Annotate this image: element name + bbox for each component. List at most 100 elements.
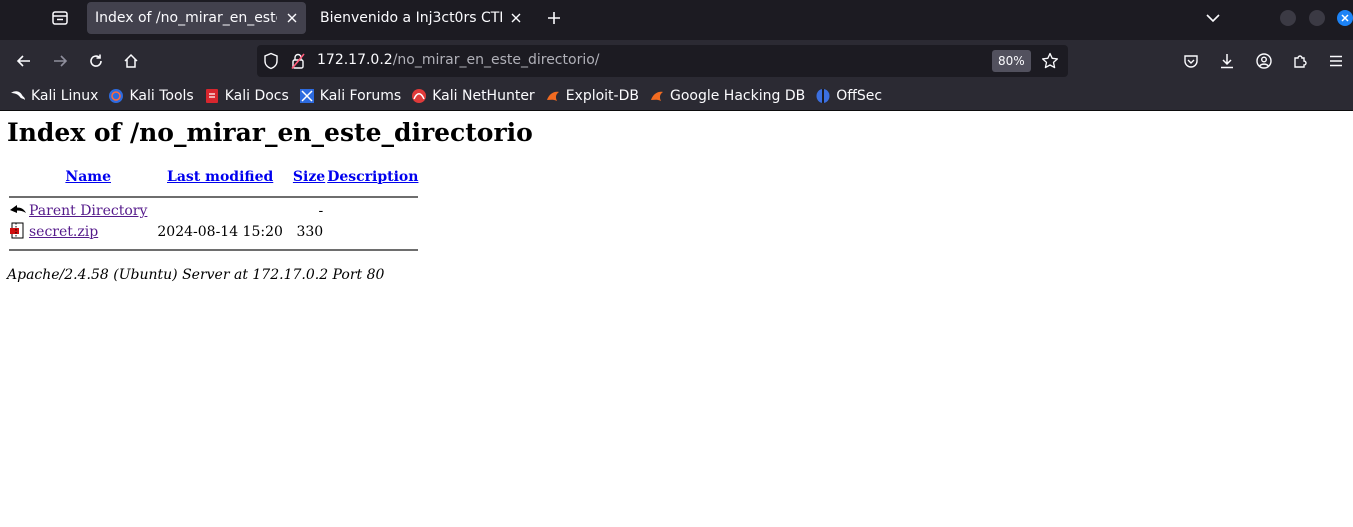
bookmark-kali-tools[interactable]: Kali Tools xyxy=(108,88,194,104)
account-icon xyxy=(1256,53,1272,69)
account-button[interactable] xyxy=(1253,50,1275,72)
description-column-header: Description xyxy=(327,169,418,193)
kali-dragon-icon xyxy=(10,88,26,104)
tab-title: Bienvenido a Inj3ct0rs CTF xyxy=(320,10,502,26)
bookmark-label: Kali NetHunter xyxy=(432,88,535,104)
site-security-button[interactable] xyxy=(290,52,306,74)
file-name-cell: Parent Directory xyxy=(29,201,147,221)
reload-button[interactable] xyxy=(85,50,107,72)
separator-line xyxy=(9,196,419,198)
firefox-view-icon xyxy=(52,11,68,25)
size-cell: - xyxy=(318,203,324,219)
secret-zip-link[interactable]: secret.zip xyxy=(29,224,98,240)
arrow-right-icon xyxy=(54,55,68,67)
last-modified-cell xyxy=(149,201,291,221)
shield-icon xyxy=(264,52,278,70)
last-modified-cell: 2024-08-14 15:20 xyxy=(157,224,283,240)
tracking-protection-button[interactable] xyxy=(263,52,279,74)
arrow-left-icon xyxy=(16,55,30,67)
extensions-button[interactable] xyxy=(1289,50,1311,72)
bookmark-kali-linux[interactable]: Kali Linux xyxy=(10,88,98,104)
tab-title: Index of /no_mirar_en_este_d xyxy=(95,10,277,26)
tab-index-directory[interactable]: Index of /no_mirar_en_este_d xyxy=(87,2,306,34)
bookmark-exploit-db[interactable]: Exploit-DB xyxy=(545,88,639,104)
new-tab-button[interactable] xyxy=(544,8,564,28)
app-menu-button[interactable] xyxy=(1325,50,1347,72)
close-window-button[interactable] xyxy=(1337,10,1353,26)
ghdb-icon xyxy=(649,88,665,104)
server-signature: Apache/2.4.58 (Ubuntu) Server at 172.17.… xyxy=(7,267,385,283)
bookmark-google-hacking-db[interactable]: Google Hacking DB xyxy=(649,88,805,104)
url-bar[interactable]: 172.17.0.2/no_mirar_en_este_directorio/ … xyxy=(257,45,1068,77)
hamburger-menu-icon xyxy=(1330,55,1342,67)
zoom-level-button[interactable]: 80% xyxy=(992,50,1031,72)
bookmark-label: Exploit-DB xyxy=(565,88,639,104)
last-modified-column-header: Last modified xyxy=(149,169,291,193)
tab-strip: Index of /no_mirar_en_este_d Bienvenido … xyxy=(0,0,1353,40)
bookmark-kali-docs[interactable]: Kali Docs xyxy=(204,88,289,104)
description-cell xyxy=(327,201,418,221)
bookmark-label: Kali Linux xyxy=(31,88,99,104)
back-button[interactable] xyxy=(13,50,35,72)
reload-icon xyxy=(90,54,102,67)
sort-by-description-link[interactable]: Description xyxy=(327,169,418,185)
table-header-row: Name Last modified Size Description xyxy=(9,169,418,193)
kali-docs-icon xyxy=(204,88,220,104)
minimize-window-button[interactable] xyxy=(1280,10,1296,26)
page-content: Index of /no_mirar_en_este_directorio Na… xyxy=(0,112,1353,527)
icon-column-header xyxy=(9,169,27,193)
home-button[interactable] xyxy=(120,50,142,72)
page-title: Index of /no_mirar_en_este_directorio xyxy=(7,118,533,147)
url-text[interactable]: 172.17.0.2/no_mirar_en_este_directorio/ xyxy=(317,52,600,68)
compressed-file-icon xyxy=(9,221,27,243)
back-icon xyxy=(9,201,27,221)
pocket-icon xyxy=(1184,55,1198,68)
bookmarks-toolbar: Kali Linux Kali Tools Kali Docs Kali For… xyxy=(0,82,1353,111)
size-column-header: Size xyxy=(293,169,325,193)
close-icon xyxy=(287,13,297,23)
bookmark-kali-forums[interactable]: Kali Forums xyxy=(299,88,401,104)
name-column-header: Name xyxy=(29,169,147,193)
url-host: 172.17.0.2 xyxy=(317,52,393,68)
bookmark-page-button[interactable] xyxy=(1041,52,1059,74)
parent-directory-link[interactable]: Parent Directory xyxy=(29,203,147,219)
exploit-db-icon xyxy=(545,88,561,104)
home-icon xyxy=(124,53,138,68)
star-icon xyxy=(1041,52,1059,69)
pocket-button[interactable] xyxy=(1180,50,1202,72)
separator-line xyxy=(9,249,419,251)
bookmark-label: Google Hacking DB xyxy=(669,88,806,104)
tab-bienvenido[interactable]: Bienvenido a Inj3ct0rs CTF xyxy=(312,2,530,34)
download-icon xyxy=(1221,54,1233,69)
sort-by-last-modified-link[interactable]: Last modified xyxy=(167,169,273,185)
close-icon xyxy=(511,13,521,23)
maximize-window-button[interactable] xyxy=(1309,10,1325,26)
close-tab-button[interactable] xyxy=(284,10,300,26)
close-tab-button[interactable] xyxy=(508,10,524,26)
insecure-lock-icon xyxy=(291,53,305,70)
downloads-button[interactable] xyxy=(1216,50,1238,72)
file-name-cell: secret.zip xyxy=(29,221,147,243)
chevron-down-icon xyxy=(1206,14,1220,23)
description-cell xyxy=(327,221,418,243)
separator-row xyxy=(9,243,419,251)
kali-tools-icon xyxy=(108,88,124,104)
directory-listing-table: Name Last modified Size Description Pare… xyxy=(7,169,420,251)
puzzle-icon xyxy=(1294,55,1307,68)
firefox-view-button[interactable] xyxy=(48,6,72,30)
offsec-icon xyxy=(815,88,831,104)
list-all-tabs-button[interactable] xyxy=(1202,8,1224,28)
bookmark-offsec[interactable]: OffSec xyxy=(815,88,882,104)
sort-by-name-link[interactable]: Name xyxy=(65,169,111,185)
sort-by-size-link[interactable]: Size xyxy=(293,169,325,185)
plus-icon xyxy=(548,12,560,24)
table-row: secret.zip 2024-08-14 15:20 330 xyxy=(9,221,418,243)
bookmark-label: Kali Tools xyxy=(129,88,194,104)
forward-button[interactable] xyxy=(49,50,71,72)
bookmark-kali-nethunter[interactable]: Kali NetHunter xyxy=(411,88,535,104)
separator-row xyxy=(9,193,419,201)
table-row: Parent Directory - xyxy=(9,201,418,221)
kali-nethunter-icon xyxy=(411,88,427,104)
url-path: /no_mirar_en_este_directorio/ xyxy=(392,52,600,68)
navigation-toolbar: 172.17.0.2/no_mirar_en_este_directorio/ … xyxy=(0,40,1353,82)
